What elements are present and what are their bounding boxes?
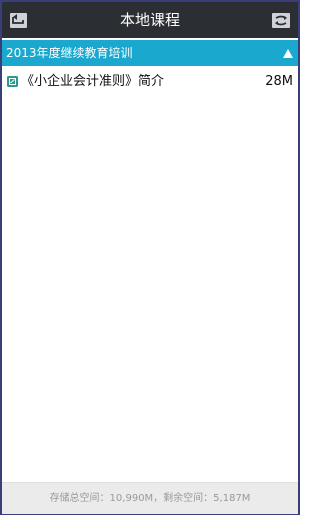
storage-status-bar: 存储总空间：10,990M，剩余空间：5,187M [2,482,298,514]
course-group-label: 2013年度继续教育培训 [6,46,133,60]
course-size: 28M [265,74,293,89]
course-file-icon [7,76,18,87]
refresh-button[interactable] [268,7,294,33]
refresh-icon [272,13,290,28]
app-screen: 本地课程 2013年度继续教育培训 《小企业会计准则》简介 28M 存储总空间：… [0,0,300,515]
title-bar: 本地课程 [2,2,298,38]
storage-status-text: 存储总空间：10,990M，剩余空间：5,187M [49,493,251,504]
course-group-header[interactable]: 2013年度继续教育培训 [2,40,298,66]
page-title: 本地课程 [119,11,180,29]
collapse-caret-icon [283,49,293,58]
course-list-item[interactable]: 《小企业会计准则》简介 28M [2,68,298,96]
course-name: 《小企业会计准则》简介 [21,74,165,89]
